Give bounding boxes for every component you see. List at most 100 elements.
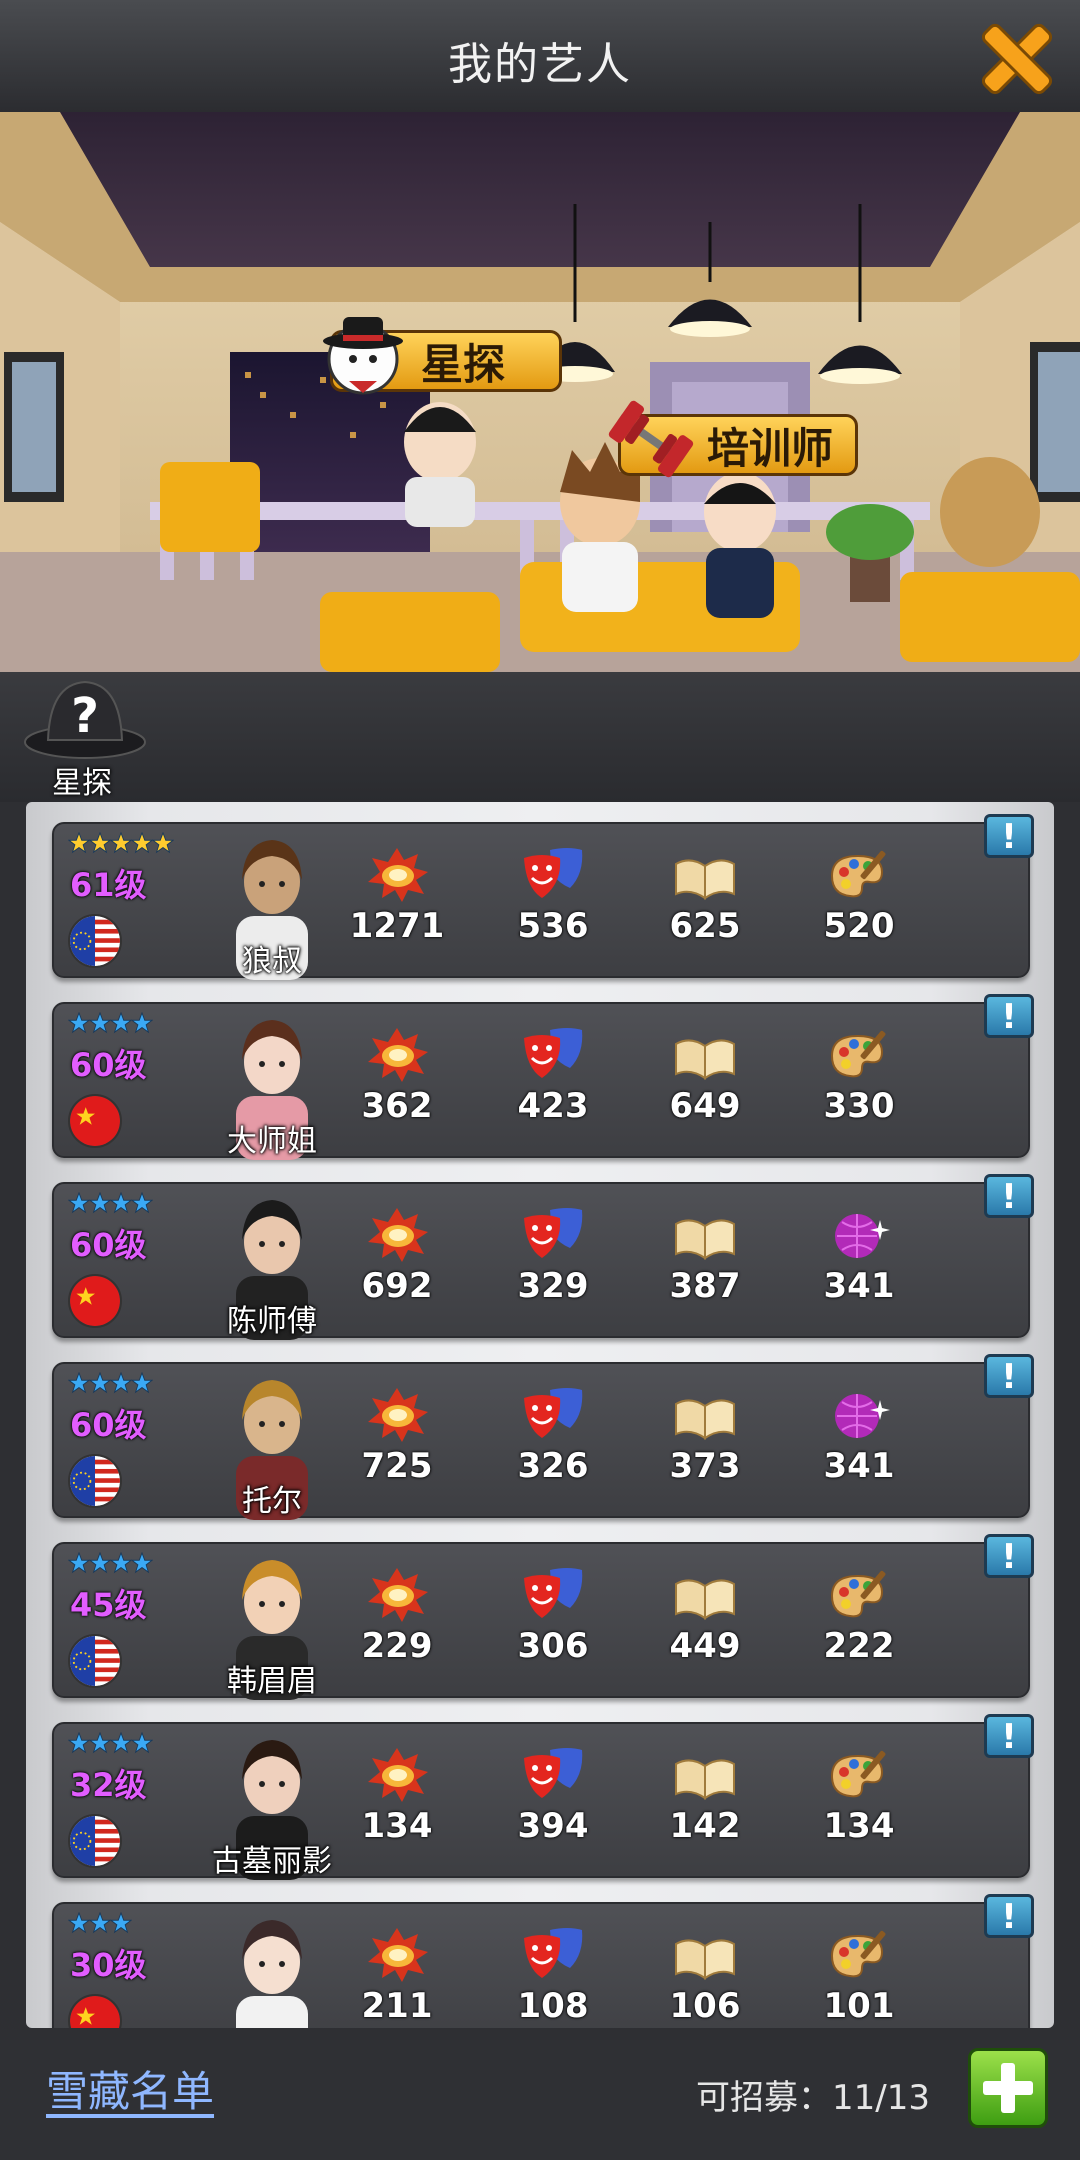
drama-mask-icon bbox=[488, 1924, 618, 1984]
artist-stat: 142 bbox=[640, 1744, 770, 1846]
artist-card[interactable]: 61级 狼叔 1271 536 625 520! bbox=[52, 814, 1034, 980]
palette-icon bbox=[794, 1024, 924, 1084]
stat-value: 394 bbox=[517, 1806, 589, 1846]
artist-stat: 373 bbox=[640, 1384, 770, 1486]
star-icon bbox=[67, 1371, 91, 1394]
star-icon bbox=[109, 1551, 133, 1574]
star-rating bbox=[67, 831, 175, 858]
stat-value: 306 bbox=[517, 1626, 589, 1666]
drama-mask-icon bbox=[488, 1744, 618, 1804]
close-icon[interactable] bbox=[972, 14, 1062, 104]
artist-stat: 394 bbox=[488, 1744, 618, 1846]
star-icon bbox=[88, 1191, 112, 1214]
star-icon bbox=[67, 831, 91, 854]
star-icon bbox=[88, 831, 112, 854]
info-icon[interactable]: ! bbox=[984, 1534, 1034, 1578]
stat-value: 625 bbox=[669, 906, 741, 946]
stat-value: 222 bbox=[823, 1626, 895, 1666]
info-icon[interactable]: ! bbox=[984, 1714, 1034, 1758]
office-scene: 星探 培训师 bbox=[0, 112, 1080, 672]
artist-card[interactable]: 45级 韩眉眉 229 306 449 222! bbox=[52, 1534, 1034, 1700]
stat-value: 520 bbox=[823, 906, 895, 946]
freeze-list-link[interactable]: 雪藏名单 bbox=[46, 2058, 214, 2119]
eu-us-flag-icon bbox=[68, 914, 122, 968]
eu-us-flag-icon bbox=[68, 1814, 122, 1868]
star-rating bbox=[67, 1371, 154, 1398]
stat-value: 134 bbox=[361, 1806, 433, 1846]
artist-stat: 692 bbox=[332, 1204, 462, 1306]
office-illustration bbox=[0, 112, 1080, 672]
scout-bar: ? 星探 bbox=[0, 672, 1080, 802]
stat-value: 108 bbox=[517, 1986, 589, 2026]
artist-card[interactable]: 60级 陈师傅 692 329 387 341! bbox=[52, 1174, 1034, 1340]
trainer-tag-label: 培训师 bbox=[707, 423, 834, 473]
page-title: 我的艺人 bbox=[448, 39, 632, 90]
artist-card[interactable]: 60级 大师姐 362 423 649 330! bbox=[52, 994, 1034, 1160]
explosion-icon bbox=[332, 1564, 462, 1624]
info-icon[interactable]: ! bbox=[984, 814, 1034, 858]
artist-stat: 387 bbox=[640, 1204, 770, 1306]
stat-value: 330 bbox=[823, 1086, 895, 1126]
blonde-character bbox=[940, 457, 1040, 567]
info-icon[interactable]: ! bbox=[984, 994, 1034, 1038]
trainer-tag-button[interactable]: 培训师 bbox=[608, 400, 858, 478]
artist-stat: 649 bbox=[640, 1024, 770, 1126]
recruit-count: 可招募：11/13 bbox=[696, 2078, 930, 2118]
china-flag-icon bbox=[68, 1094, 122, 1148]
star-icon bbox=[109, 831, 133, 854]
dumbbell-icon bbox=[608, 400, 694, 478]
stat-value: 341 bbox=[823, 1446, 895, 1486]
stat-value: 229 bbox=[361, 1626, 433, 1666]
artist-stat: 625 bbox=[640, 844, 770, 946]
scout-tag-label: 星探 bbox=[421, 339, 506, 389]
palette-icon bbox=[794, 1924, 924, 1984]
explosion-icon bbox=[332, 1924, 462, 1984]
artist-stat: 341 bbox=[794, 1204, 924, 1306]
star-icon bbox=[88, 1551, 112, 1574]
book-icon bbox=[640, 1204, 770, 1264]
star-rating bbox=[67, 1731, 154, 1758]
scout-tag-button[interactable]: 星探 bbox=[323, 317, 562, 395]
artist-stat: 134 bbox=[794, 1744, 924, 1846]
artist-level: 61级 bbox=[70, 866, 147, 904]
artist-stat: 108 bbox=[488, 1924, 618, 2026]
artist-card[interactable]: 60级 托尔 725 326 373 341! bbox=[52, 1354, 1034, 1520]
explosion-icon bbox=[332, 1384, 462, 1444]
china-flag-icon bbox=[68, 1274, 122, 1328]
stat-value: 326 bbox=[517, 1446, 589, 1486]
star-icon bbox=[88, 1731, 112, 1754]
stat-value: 423 bbox=[517, 1086, 589, 1126]
artist-stat: 423 bbox=[488, 1024, 618, 1126]
artist-stat: 101 bbox=[794, 1924, 924, 2026]
mystery-hat-icon[interactable]: ? bbox=[20, 672, 150, 772]
info-icon[interactable]: ! bbox=[984, 1174, 1034, 1218]
info-icon[interactable]: ! bbox=[984, 1354, 1034, 1398]
book-icon bbox=[640, 1564, 770, 1624]
star-icon bbox=[109, 1371, 133, 1394]
star-icon bbox=[67, 1191, 91, 1214]
stat-value: 211 bbox=[361, 1986, 433, 2026]
artist-card[interactable]: 32级 古墓丽影 134 394 142 134! bbox=[52, 1714, 1034, 1880]
star-icon bbox=[130, 1011, 154, 1034]
info-icon[interactable]: ! bbox=[984, 1894, 1034, 1938]
artist-level: 60级 bbox=[70, 1406, 147, 1444]
star-icon bbox=[130, 1191, 154, 1214]
stat-value: 649 bbox=[669, 1086, 741, 1126]
stat-value: 1271 bbox=[349, 906, 445, 946]
palette-icon bbox=[794, 844, 924, 904]
star-icon bbox=[67, 1731, 91, 1754]
eu-us-flag-icon bbox=[68, 1454, 122, 1508]
star-rating bbox=[67, 1011, 154, 1038]
app-root: 我的艺人 星探 培训师 ? 星探 61级 狼叔 1271 536 625 520… bbox=[0, 0, 1080, 2160]
star-icon bbox=[130, 1731, 154, 1754]
stat-value: 341 bbox=[823, 1266, 895, 1306]
explosion-icon bbox=[332, 1204, 462, 1264]
star-icon bbox=[151, 831, 175, 854]
add-artist-button[interactable] bbox=[968, 2048, 1048, 2128]
artist-card[interactable]: 30级 211 108 106 101! bbox=[52, 1894, 1034, 2028]
scout-label: 星探 bbox=[52, 766, 112, 801]
artist-list[interactable]: 61级 狼叔 1271 536 625 520! 60级 大师姐 362 423 649 330! 60… bbox=[26, 802, 1054, 2028]
star-icon bbox=[130, 1551, 154, 1574]
explosion-icon bbox=[332, 844, 462, 904]
star-rating bbox=[67, 1911, 133, 1938]
